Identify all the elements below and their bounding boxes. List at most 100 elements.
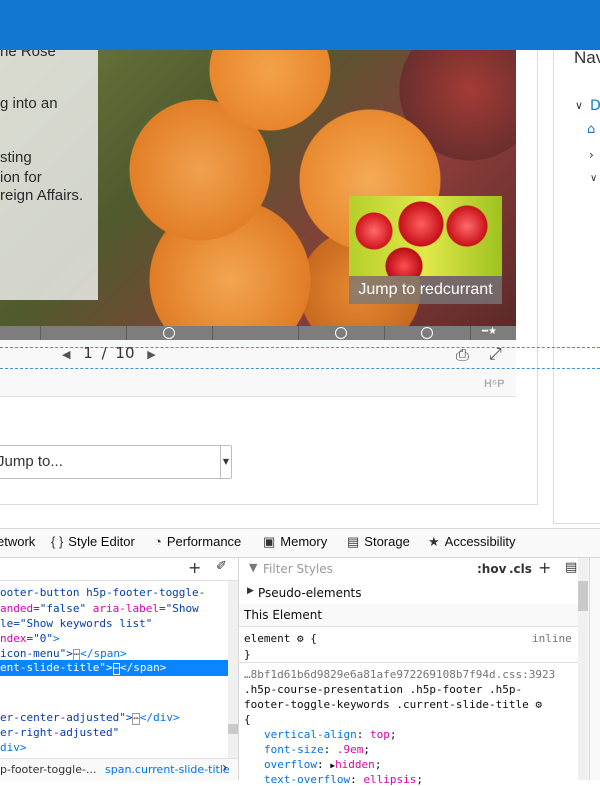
chevron-down-icon[interactable]: ∨ [575,99,583,112]
markup-line[interactable]: ooter-button h5p-footer-toggle- [0,586,205,599]
redcurrant-image [349,196,502,276]
declaration[interactable]: text-overflow: ellipsis; [264,773,423,786]
pseudo-elements-header[interactable]: ▶ Pseudo-elements [239,582,579,605]
attr-value: ent-slide-title"> [0,661,113,674]
gauge-icon: ◔ [154,534,162,549]
attr-name: ndex [0,632,27,645]
jump-to-redcurrant-label[interactable]: Jump to redcurrant [349,276,502,304]
declaration[interactable]: font-size: .9em; [264,743,370,756]
gear-icon[interactable]: ⚙ [297,632,304,645]
chevron-down-icon[interactable]: ∨ [590,173,597,184]
markup-line[interactable]: div> [0,741,27,754]
progress-divider [40,326,41,340]
prev-slide-icon[interactable]: ◀ [62,348,70,361]
devtools-tabbar: etwork { } Style Editor ◔ Performance ▣ Mem… [0,529,600,558]
element-rule-selector[interactable]: element ⚙ { [244,632,317,645]
attr-value: le="Show keywords list" [0,617,153,630]
markup-line[interactable]: ndex="0"> [0,632,60,645]
tab-label: Memory [280,534,328,549]
chevron-right-icon[interactable]: › [222,760,228,776]
total-slides: 10 [115,344,135,362]
breadcrumb-item-current[interactable]: span.current-slide-title [105,763,230,776]
progress-task-dot[interactable] [421,327,433,339]
ellipsis-badge[interactable]: ⋯ [132,713,140,725]
print-media-icon[interactable]: ▤ [565,560,577,575]
declaration[interactable]: overflow: ▶hidden; [264,758,381,771]
top-banner [0,0,600,50]
tab-performance[interactable]: ◔ Performance [154,534,241,549]
next-slide-icon[interactable]: ▶ [147,348,155,361]
storage-icon: ▤ [347,534,360,549]
attr-value: "0" [33,632,53,645]
accessibility-icon: ★ [428,534,440,549]
progress-task-dot[interactable] [163,327,175,339]
slide-progress-bar[interactable]: ━★ [0,326,516,340]
jump-to-select[interactable]: Jump to... ▼ [0,445,232,479]
ellipsis-badge[interactable]: ⋯ [112,663,121,675]
property-name: font-size [264,743,324,756]
chevron-right-icon[interactable]: › [589,148,594,162]
attr-name: anded [0,602,34,615]
tab-memory[interactable]: ▣ Memory [263,534,327,550]
markup-line-selected[interactable]: ent-slide-title">⋯</span> [0,661,166,675]
divider [239,662,579,663]
markup-line[interactable]: le="Show keywords list" [0,617,152,630]
tab-style-editor[interactable]: { } Style Editor [51,534,135,549]
tab-storage[interactable]: ▤ Storage [347,534,410,550]
rule-source[interactable]: inline [532,632,572,645]
add-node-icon[interactable]: + [188,558,201,577]
redcurrant-thumbnail[interactable]: Jump to redcurrant [349,196,502,304]
progress-task-dot[interactable] [335,327,347,339]
tab-label: etwork [0,534,36,549]
rules-view: ▼ Filter Styles :hov .cls + ▤ ▶ Pseudo-e… [239,558,586,786]
nav-item-d[interactable]: D [590,98,600,114]
declaration[interactable]: vertical-align: top; [264,728,396,741]
attr-value: er-right-adjusted" [0,726,120,739]
markup-line[interactable]: er-right-adjusted" [0,726,119,739]
rule-selector: element [244,632,291,645]
devtools-panel: etwork { } Style Editor ◔ Performance ▣ Mem… [0,528,600,786]
property-name: vertical-align [264,728,357,741]
chip-icon: ▣ [263,534,276,549]
fullscreen-icon[interactable]: ⤢ [489,344,502,364]
home-icon[interactable]: ⌂ [587,122,595,137]
markup-line[interactable]: icon-menu">⋯</span> [0,647,127,661]
braces-icon: { } [51,534,64,549]
this-element-label: This Element [244,608,323,622]
tag-name: div> [0,741,27,754]
gear-icon[interactable]: ⚙ [535,698,542,711]
markup-scrollbar[interactable] [228,581,238,761]
markup-line[interactable]: er-center-adjusted">⋯</div> [0,711,180,725]
markup-scrollbar-thumb[interactable] [228,724,238,734]
property-value: top [369,728,390,741]
rule-selector-line[interactable]: footer-toggle-keywords .current-slide-ti… [244,698,542,711]
eyedropper-icon[interactable]: ✐ [216,559,227,574]
rule-selector: footer-toggle-keywords .current-slide-ti… [244,698,529,711]
cls-button[interactable]: .cls [509,562,532,576]
rule-selector-line[interactable]: .h5p-course-presentation .h5p-footer .h5… [244,683,522,696]
closing-tag: </div> [139,711,180,724]
rule-source-link[interactable]: …8bf1d61b6d9829e6a81afe972269108b7f94d.c… [244,668,555,681]
slide-text-line: reign Affairs. [0,187,84,204]
filter-styles-input[interactable]: Filter Styles [263,562,333,576]
hov-button[interactable]: :hov [477,562,506,576]
property-name: text-overflow [264,773,351,786]
tab-network[interactable]: etwork [0,534,35,549]
property-name: overflow [264,758,317,771]
slide-pager: ◀ 1 / 10 ▶ [62,344,156,366]
tab-accessibility[interactable]: ★ Accessibility [428,534,515,550]
markup-line[interactable]: anded="false" aria-label="Show [0,602,199,615]
tab-label: Accessibility [444,534,516,549]
current-slide-number: 1 [83,344,93,362]
slide-text-line: ion for [0,169,42,186]
rules-filter-bar: ▼ Filter Styles :hov .cls + ▤ [239,558,586,583]
rules-scrollbar-thumb[interactable] [578,581,588,611]
print-icon[interactable]: ⎙ [456,345,469,365]
slide-text-line: g into an [0,95,58,112]
attr-value: "Show [165,602,199,615]
add-rule-icon[interactable]: + [538,558,551,577]
filter-icon: ▼ [249,561,258,574]
breadcrumb-item[interactable]: p-footer-toggle-... [0,763,96,776]
progress-divider [384,326,385,340]
tab-label: Storage [364,534,410,549]
